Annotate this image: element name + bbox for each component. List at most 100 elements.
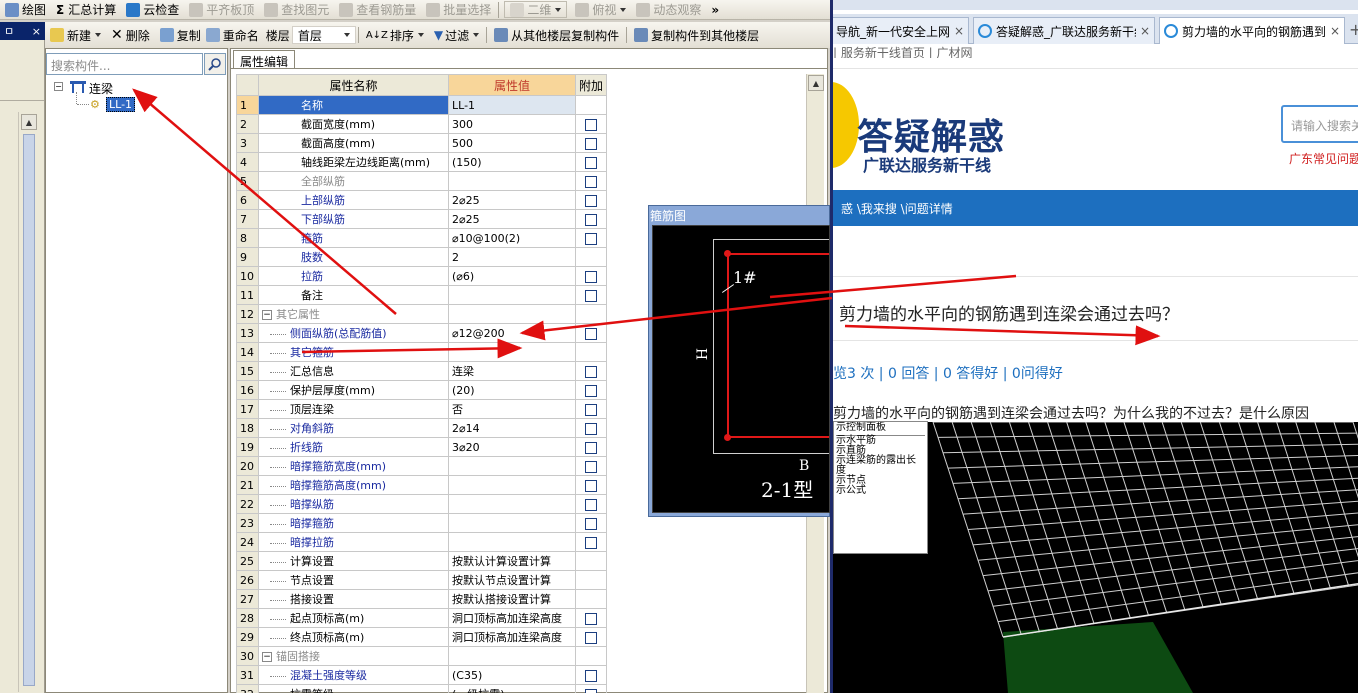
nav-scrollbar[interactable]: ▲ [18,112,38,692]
delete-button[interactable]: ✕ 删除 [106,25,155,45]
copy-to-floor-button[interactable]: 复制构件到其他楼层 [629,25,764,45]
property-row[interactable]: 8 箍筋 ⌀10@100(2) [236,228,608,248]
extra-checkbox[interactable] [585,612,597,625]
collapse-toggle[interactable]: − [262,652,272,662]
summary-calc-button[interactable]: Σ 汇总计算 [51,0,121,19]
property-value[interactable] [448,285,576,305]
extra-checkbox[interactable] [585,232,597,245]
site-top-links[interactable]: | 服务新干线首页 | 广材网 [833,44,1358,58]
property-row[interactable]: 29 终点顶标高(m) 洞口顶标高加连梁高度 [236,627,608,647]
property-value[interactable] [448,532,576,552]
search-button[interactable] [204,53,226,75]
new-tab-button[interactable]: + [1349,20,1358,39]
property-row[interactable]: 9 肢数 2 [236,247,608,267]
tree-node-coupling-beam[interactable]: 连梁 [89,80,113,97]
property-value[interactable]: 500 [448,133,576,153]
close-icon[interactable]: × [954,24,964,38]
property-row[interactable]: 5 全部纵筋 [236,171,608,191]
rename-button[interactable]: 重命名 [205,25,264,45]
find-element-button[interactable]: 查找图元 [259,0,334,19]
tab-property-edit[interactable]: 属性编辑 [233,50,296,69]
property-value[interactable]: 2 [448,247,576,267]
extra-checkbox[interactable] [585,669,597,682]
property-value[interactable]: 2⌀25 [448,209,576,229]
extra-checkbox[interactable] [585,365,597,378]
filter-button[interactable]: ▼ 过滤 [429,25,484,45]
property-row[interactable]: 32 抗震等级 (一级抗震) [236,684,608,693]
property-row[interactable]: 19 折线筋 3⌀20 [236,437,608,457]
extra-checkbox[interactable] [585,460,597,473]
property-value[interactable]: 否 [448,399,576,419]
sort-button[interactable]: A↓Z 排序 [361,25,429,45]
extra-checkbox[interactable] [585,517,597,530]
property-value[interactable]: 按默认搭接设置计算 [448,589,576,609]
property-row[interactable]: 2 截面宽度(mm) 300 [236,114,608,134]
extra-checkbox[interactable] [585,270,597,283]
property-value[interactable] [448,304,576,324]
extra-checkbox[interactable] [585,498,597,511]
top-view-dropdown[interactable]: 俯视 [570,0,631,19]
draw-button[interactable]: 绘图 [0,0,51,19]
property-row[interactable]: 7 下部纵筋 2⌀25 [236,209,608,229]
extra-checkbox[interactable] [585,631,597,644]
property-row[interactable]: 26 节点设置 按默认节点设置计算 [236,570,608,590]
property-value[interactable]: (20) [448,380,576,400]
property-value[interactable]: 3⌀20 [448,437,576,457]
extra-checkbox[interactable] [585,536,597,549]
property-value[interactable]: 连梁 [448,361,576,381]
property-value[interactable] [448,494,576,514]
property-value[interactable]: (⌀6) [448,266,576,286]
new-button[interactable]: 新建 [45,25,106,45]
floor-select[interactable]: 首层 [291,26,356,44]
property-value[interactable]: LL-1 [448,95,576,115]
property-row[interactable]: 12− 其它属性 [236,304,608,324]
property-row[interactable]: 27 搭接设置 按默认搭接设置计算 [236,589,608,609]
property-row[interactable]: 18 对角斜筋 2⌀14 [236,418,608,438]
property-row[interactable]: 20 暗撑箍筋宽度(mm) [236,456,608,476]
copy-from-floor-button[interactable]: 从其他楼层复制构件 [489,25,624,45]
extra-checkbox[interactable] [585,213,597,226]
extra-checkbox[interactable] [585,156,597,169]
batch-select-button[interactable]: 批量选择 [421,0,496,19]
property-row[interactable]: 3 截面高度(mm) 500 [236,133,608,153]
property-value[interactable]: 2⌀14 [448,418,576,438]
component-search-input[interactable]: 搜索构件... [46,53,203,75]
property-value[interactable]: ⌀10@100(2) [448,228,576,248]
property-value[interactable]: ⌀12@200 [448,323,576,343]
collapse-toggle[interactable]: − [262,310,272,320]
extra-checkbox[interactable] [585,194,597,207]
faq-link[interactable]: 广东常见问题 [1289,150,1358,167]
extra-checkbox[interactable] [585,384,597,397]
property-row[interactable]: 10 拉筋 (⌀6) [236,266,608,286]
scroll-thumb[interactable] [23,134,35,686]
extra-checkbox[interactable] [585,175,597,188]
browser-tab-nav[interactable]: 导航_新一代安全上网 × [833,17,969,44]
property-value[interactable] [448,513,576,533]
site-search-input[interactable]: 请输入搜索关 [1281,105,1358,143]
property-value[interactable]: 按默认计算设置计算 [448,551,576,571]
scroll-up-button[interactable]: ▲ [21,114,37,130]
property-row[interactable]: 6 上部纵筋 2⌀25 [236,190,608,210]
extra-checkbox[interactable] [585,479,597,492]
copy-button[interactable]: 复制 [155,25,206,45]
property-value[interactable] [448,475,576,495]
property-value[interactable]: (C35) [448,665,576,685]
property-row[interactable]: 21 暗撑箍筋高度(mm) [236,475,608,495]
property-value[interactable]: (一级抗震) [448,684,576,693]
property-row[interactable]: 15 汇总信息 连梁 [236,361,608,381]
property-value[interactable] [448,456,576,476]
property-value[interactable] [448,171,576,191]
property-row[interactable]: 23 暗撑箍筋 [236,513,608,533]
tree-node-ll-1[interactable]: LL-1 [106,97,136,112]
property-row[interactable]: 22 暗撑纵筋 [236,494,608,514]
view-rebar-button[interactable]: 查看钢筋量 [334,0,421,19]
pin-icon[interactable]: ㅁ [4,23,14,39]
cloud-check-button[interactable]: 云检查 [121,0,184,19]
property-row[interactable]: 17 顶层连梁 否 [236,399,608,419]
property-row[interactable]: 11 备注 [236,285,608,305]
property-row[interactable]: 13 侧面纵筋(总配筋值) ⌀12@200 [236,323,608,343]
close-icon[interactable]: × [1330,24,1340,38]
property-value[interactable]: 洞口顶标高加连梁高度 [448,627,576,647]
property-value[interactable]: 洞口顶标高加连梁高度 [448,608,576,628]
toolbar-overflow-button[interactable]: » [706,0,724,19]
